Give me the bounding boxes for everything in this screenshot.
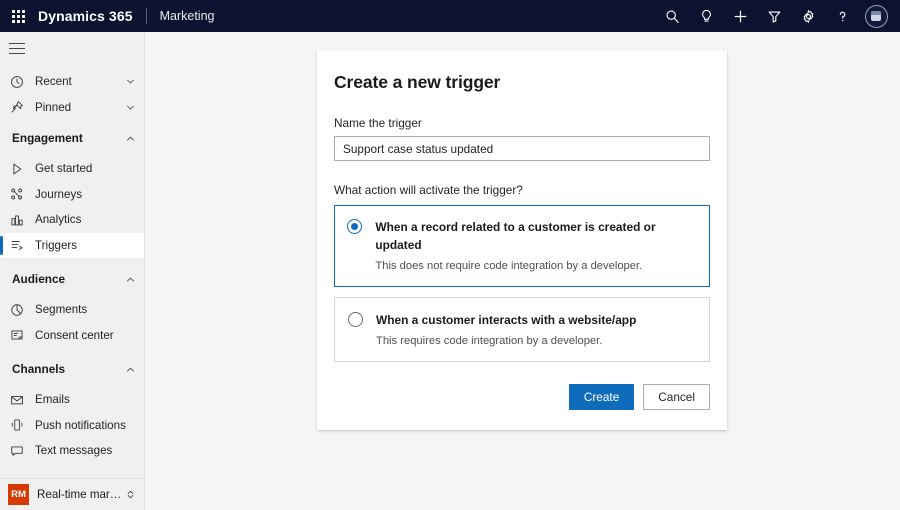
sidebar-item-label: Get started bbox=[29, 162, 92, 175]
cancel-button[interactable]: Cancel bbox=[643, 384, 710, 410]
sidebar-group-engagement[interactable]: Engagement bbox=[0, 124, 144, 152]
top-bar-actions bbox=[655, 0, 900, 32]
consent-icon bbox=[10, 328, 29, 342]
plus-icon[interactable] bbox=[723, 0, 757, 32]
brand-separator bbox=[146, 8, 147, 24]
gear-icon[interactable] bbox=[791, 0, 825, 32]
sidebar: Recent Pinned bbox=[0, 32, 145, 510]
app-body: Recent Pinned bbox=[0, 32, 900, 510]
chevron-down-icon[interactable] bbox=[125, 102, 136, 113]
sidebar-scroll-area: Recent Pinned bbox=[0, 32, 144, 478]
app-switcher[interactable]: RM Real-time marketi... bbox=[0, 478, 144, 510]
option-text: When a customer interacts with a website… bbox=[363, 311, 636, 348]
dialog-actions: Create Cancel bbox=[334, 384, 710, 410]
clock-icon bbox=[10, 75, 29, 89]
sidebar-group-label: Engagement bbox=[12, 131, 83, 145]
create-trigger-dialog: Create a new trigger Name the trigger Wh… bbox=[317, 50, 727, 430]
hamburger-menu-icon[interactable] bbox=[0, 32, 144, 65]
sidebar-item-push-notifications[interactable]: Push notifications bbox=[0, 413, 144, 439]
top-navigation-bar: Dynamics 365 Marketing bbox=[0, 0, 900, 32]
sidebar-item-label: Consent center bbox=[29, 329, 114, 342]
avatar-image bbox=[871, 11, 881, 21]
sidebar-group-assets[interactable]: Assets bbox=[0, 471, 144, 479]
sidebar-item-get-started[interactable]: Get started bbox=[0, 156, 144, 182]
sidebar-item-emails[interactable]: Emails bbox=[0, 387, 144, 413]
option-title: When a record related to a customer is c… bbox=[375, 220, 655, 252]
sidebar-item-label: Text messages bbox=[29, 444, 112, 457]
journeys-icon bbox=[10, 187, 29, 201]
pin-icon bbox=[10, 100, 29, 114]
option-subtitle: This does not require code integration b… bbox=[375, 259, 697, 273]
analytics-icon bbox=[10, 213, 29, 227]
chevron-up-down-icon[interactable] bbox=[125, 489, 136, 500]
sidebar-item-label: Analytics bbox=[29, 213, 81, 226]
option-text: When a record related to a customer is c… bbox=[362, 218, 697, 273]
create-button[interactable]: Create bbox=[569, 384, 634, 410]
sidebar-item-recent[interactable]: Recent bbox=[0, 69, 144, 95]
triggers-icon bbox=[10, 238, 29, 252]
sidebar-item-label: Emails bbox=[29, 393, 70, 406]
app-launcher-icon[interactable] bbox=[0, 0, 36, 32]
chevron-down-icon[interactable] bbox=[125, 76, 136, 87]
sidebar-group-label: Channels bbox=[12, 362, 65, 376]
option-title: When a customer interacts with a website… bbox=[376, 313, 636, 327]
sidebar-item-label: Journeys bbox=[29, 188, 82, 201]
radio-button-website-app[interactable] bbox=[348, 312, 363, 327]
app-badge: RM bbox=[8, 484, 29, 505]
play-icon bbox=[10, 162, 29, 176]
envelope-icon bbox=[10, 393, 29, 407]
chevron-up-icon[interactable] bbox=[125, 133, 136, 144]
sidebar-item-label: Recent bbox=[29, 75, 72, 88]
filter-icon[interactable] bbox=[757, 0, 791, 32]
chevron-up-icon[interactable] bbox=[125, 274, 136, 285]
sidebar-item-label: Segments bbox=[29, 303, 87, 316]
sidebar-item-pinned[interactable]: Pinned bbox=[0, 95, 144, 121]
mobile-icon bbox=[10, 418, 29, 432]
sidebar-item-journeys[interactable]: Journeys bbox=[0, 182, 144, 208]
sidebar-group-label: Audience bbox=[12, 272, 65, 286]
app-root: Dynamics 365 Marketing bbox=[0, 0, 900, 510]
sidebar-item-triggers[interactable]: Triggers bbox=[0, 233, 144, 259]
sidebar-group-audience[interactable]: Audience bbox=[0, 265, 144, 293]
page-title: Create a new trigger bbox=[334, 72, 710, 93]
search-icon[interactable] bbox=[655, 0, 689, 32]
brand-title[interactable]: Dynamics 365 bbox=[36, 8, 133, 24]
sidebar-item-analytics[interactable]: Analytics bbox=[0, 207, 144, 233]
lightbulb-icon[interactable] bbox=[689, 0, 723, 32]
waffle-grid bbox=[12, 10, 25, 23]
avatar-circle bbox=[865, 5, 888, 28]
app-switcher-label: Real-time marketi... bbox=[29, 488, 125, 501]
chat-icon bbox=[10, 444, 29, 458]
sidebar-group-channels[interactable]: Channels bbox=[0, 355, 144, 383]
option-record-related[interactable]: When a record related to a customer is c… bbox=[334, 205, 710, 287]
sidebar-item-label: Pinned bbox=[29, 101, 71, 114]
hamburger-bars bbox=[9, 43, 25, 55]
sidebar-item-consent-center[interactable]: Consent center bbox=[0, 323, 144, 349]
sidebar-item-text-messages[interactable]: Text messages bbox=[0, 438, 144, 464]
name-field-label: Name the trigger bbox=[334, 116, 710, 130]
option-subtitle: This requires code integration by a deve… bbox=[376, 334, 636, 348]
trigger-name-input[interactable] bbox=[334, 136, 710, 161]
question-icon[interactable] bbox=[825, 0, 859, 32]
sidebar-item-label: Triggers bbox=[29, 239, 77, 252]
segments-icon bbox=[10, 303, 29, 317]
chevron-up-icon[interactable] bbox=[125, 364, 136, 375]
avatar[interactable] bbox=[859, 0, 893, 32]
main-content: Create a new trigger Name the trigger Wh… bbox=[145, 32, 900, 510]
radio-button-record-related[interactable] bbox=[347, 219, 362, 234]
option-website-app[interactable]: When a customer interacts with a website… bbox=[334, 297, 710, 362]
sidebar-item-segments[interactable]: Segments bbox=[0, 297, 144, 323]
sidebar-item-label: Push notifications bbox=[29, 419, 126, 432]
action-question-label: What action will activate the trigger? bbox=[334, 183, 710, 197]
app-name-label[interactable]: Marketing bbox=[160, 9, 215, 23]
